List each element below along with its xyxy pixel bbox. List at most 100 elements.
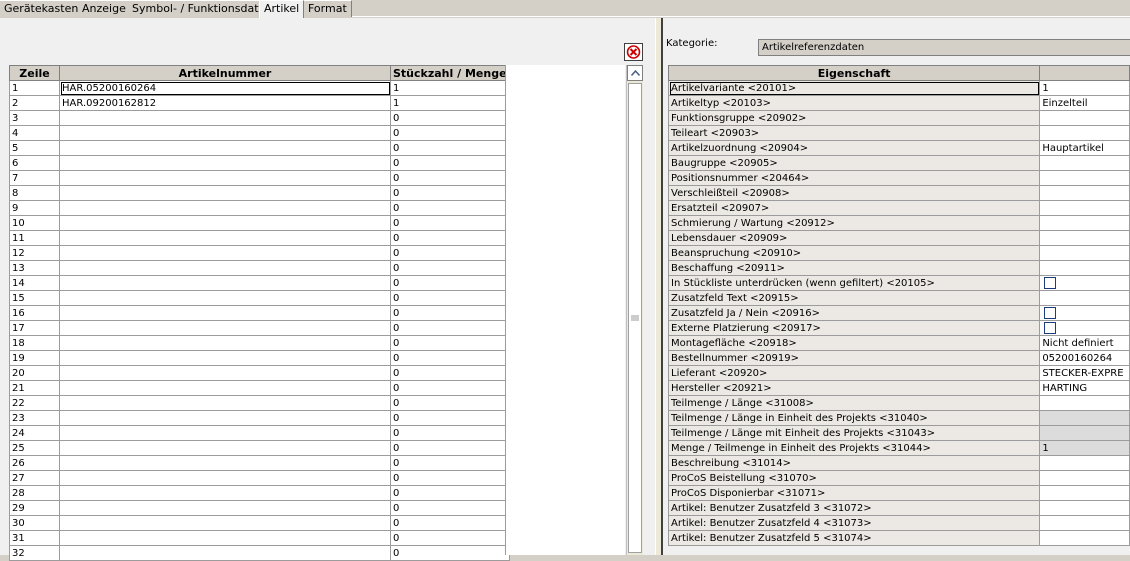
menge-cell[interactable]: 0 <box>390 380 510 396</box>
row-number[interactable]: 23 <box>9 410 60 426</box>
row-number[interactable]: 21 <box>9 380 60 396</box>
menge-cell[interactable]: 0 <box>390 320 510 336</box>
row-number[interactable]: 1 <box>9 80 60 96</box>
property-value[interactable]: Nicht definiert <box>1039 335 1130 351</box>
artikelnummer-cell[interactable] <box>59 500 391 516</box>
menge-cell[interactable]: 0 <box>390 200 510 216</box>
artikelnummer-cell[interactable] <box>59 335 391 351</box>
property-row[interactable]: Artikel: Benutzer Zusatzfeld 3 <31072> <box>667 500 1130 516</box>
row-number[interactable]: 30 <box>9 515 60 531</box>
property-checkbox-cell[interactable] <box>1039 320 1130 336</box>
artikelnummer-cell[interactable] <box>59 485 391 501</box>
table-row[interactable]: 80 <box>9 185 510 201</box>
menge-cell[interactable]: 1 <box>390 95 510 111</box>
artikelnummer-cell[interactable] <box>59 470 391 486</box>
artikelnummer-cell[interactable] <box>59 290 391 306</box>
row-number[interactable]: 32 <box>9 545 60 561</box>
tab-symbol-funktionsdaten[interactable]: Symbol- / Funktionsdaten <box>128 0 278 17</box>
artikelnummer-cell[interactable] <box>59 425 391 441</box>
table-row[interactable]: 50 <box>9 140 510 156</box>
checkbox[interactable] <box>1044 321 1057 334</box>
property-value[interactable] <box>1039 470 1130 486</box>
property-row[interactable]: Beschaffung <20911> <box>667 260 1130 276</box>
table-row[interactable]: 22 0 <box>9 395 510 411</box>
table-row[interactable]: 30 0 <box>9 515 510 531</box>
table-row[interactable]: 30 <box>9 110 510 126</box>
checkbox[interactable] <box>1044 276 1057 289</box>
artikelnummer-cell[interactable] <box>59 410 391 426</box>
table-row[interactable]: 1 HAR.05200160264 1 <box>9 80 510 96</box>
property-value[interactable] <box>1039 110 1130 126</box>
row-number[interactable]: 22 <box>9 395 60 411</box>
property-value[interactable] <box>1039 230 1130 246</box>
row-number[interactable]: 11 <box>9 230 60 246</box>
property-row[interactable]: Funktionsgruppe <20902> <box>667 110 1130 126</box>
row-number[interactable]: 28 <box>9 485 60 501</box>
property-row[interactable]: Teilmenge / Länge mit Einheit des Projek… <box>667 425 1130 441</box>
property-value[interactable]: Einzelteil <box>1039 95 1130 111</box>
table-row[interactable]: 12 0 <box>9 245 510 261</box>
property-row[interactable]: Hersteller <20921> HARTING <box>667 380 1130 396</box>
property-row[interactable]: Ersatzteil <20907> <box>667 200 1130 216</box>
table-row[interactable]: 90 <box>9 200 510 216</box>
property-row[interactable]: Externe Platzierung <20917> <box>667 320 1130 336</box>
property-value[interactable] <box>1039 455 1130 471</box>
kategorie-select[interactable]: Artikelreferenzdaten <box>758 39 1130 56</box>
row-number[interactable]: 25 <box>9 440 60 456</box>
table-row[interactable]: 29 0 <box>9 500 510 516</box>
close-button[interactable] <box>624 43 643 61</box>
table-row[interactable]: 24 0 <box>9 425 510 441</box>
artikelnummer-cell[interactable] <box>59 350 391 366</box>
menge-cell[interactable]: 0 <box>390 230 510 246</box>
row-number[interactable]: 12 <box>9 245 60 261</box>
artikelnummer-cell[interactable]: HAR.05200160264 <box>59 80 391 96</box>
menge-cell[interactable]: 0 <box>390 545 510 561</box>
artikelnummer-cell[interactable] <box>59 200 391 216</box>
menge-cell[interactable]: 0 <box>390 170 510 186</box>
property-value[interactable] <box>1039 260 1130 276</box>
menge-cell[interactable]: 0 <box>390 245 510 261</box>
property-row[interactable]: Artikelzuordnung <20904> Hauptartikel <box>667 140 1130 156</box>
menge-cell[interactable]: 0 <box>390 290 510 306</box>
property-row[interactable]: Positionsnummer <20464> <box>667 170 1130 186</box>
artikelnummer-cell[interactable] <box>59 170 391 186</box>
row-number[interactable]: 31 <box>9 530 60 546</box>
property-row[interactable]: Artikeltyp <20103> Einzelteil <box>667 95 1130 111</box>
column-header-eigenschaft[interactable]: Eigenschaft <box>667 65 1041 81</box>
tab-artikel[interactable]: Artikel <box>259 0 305 18</box>
menge-cell[interactable]: 0 <box>390 395 510 411</box>
property-value[interactable]: 1 <box>1039 80 1130 96</box>
property-row[interactable]: Lieferant <20920> STECKER-EXPRE <box>667 365 1130 381</box>
row-number[interactable]: 4 <box>9 125 60 141</box>
table-row[interactable]: 19 0 <box>9 350 510 366</box>
artikelnummer-cell[interactable] <box>59 215 391 231</box>
property-row[interactable]: Teileart <20903> <box>667 125 1130 141</box>
property-value[interactable] <box>1039 485 1130 501</box>
property-row[interactable]: Artikel: Benutzer Zusatzfeld 5 <31074> <box>667 530 1130 546</box>
table-row[interactable]: 28 0 <box>9 485 510 501</box>
property-row[interactable]: Baugruppe <20905> <box>667 155 1130 171</box>
artikelnummer-cell[interactable] <box>59 365 391 381</box>
row-number[interactable]: 8 <box>9 185 60 201</box>
vertical-scrollbar[interactable] <box>626 65 643 555</box>
artikelnummer-cell[interactable] <box>59 530 391 546</box>
table-row[interactable]: 25 0 <box>9 440 510 456</box>
row-number[interactable]: 26 <box>9 455 60 471</box>
table-row[interactable]: 23 0 <box>9 410 510 426</box>
artikelnummer-cell[interactable] <box>59 230 391 246</box>
menge-cell[interactable]: 0 <box>390 410 510 426</box>
property-row[interactable]: Beschreibung <31014> <box>667 455 1130 471</box>
table-row[interactable]: 11 0 <box>9 230 510 246</box>
artikelnummer-cell[interactable] <box>59 110 391 126</box>
property-row[interactable]: Teilmenge / Länge in Einheit des Projekt… <box>667 410 1130 426</box>
artikelnummer-cell[interactable] <box>59 440 391 456</box>
menge-cell[interactable]: 0 <box>390 260 510 276</box>
table-row[interactable]: 15 0 <box>9 290 510 306</box>
tab-anzeige[interactable]: Anzeige <box>78 0 131 17</box>
property-row[interactable]: Montagefläche <20918> Nicht definiert <box>667 335 1130 351</box>
menge-cell[interactable]: 0 <box>390 215 510 231</box>
property-checkbox-cell[interactable] <box>1039 305 1130 321</box>
row-number[interactable]: 14 <box>9 275 60 291</box>
table-row[interactable]: 2 HAR.09200162812 1 <box>9 95 510 111</box>
splitter[interactable] <box>655 18 663 555</box>
